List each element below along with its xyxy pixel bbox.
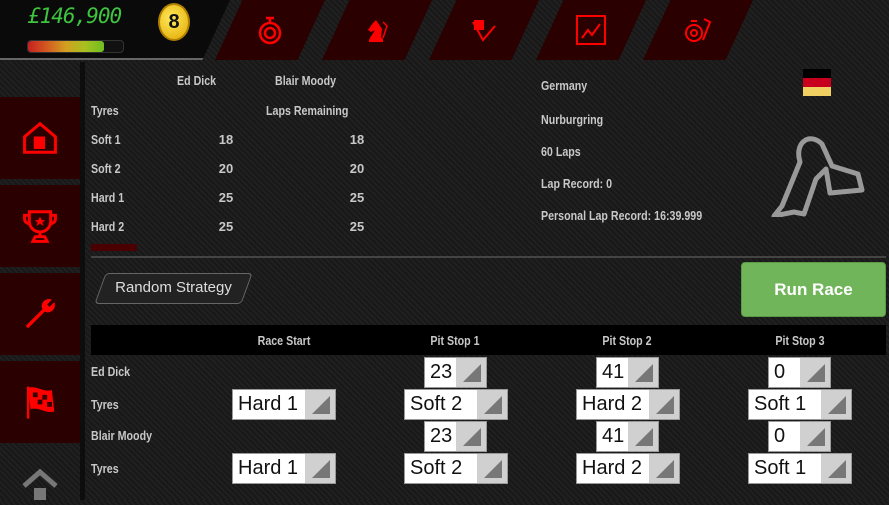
wrench-icon [25,299,55,329]
laps-value: 25 [218,190,234,205]
driver-name: Ed Dick [91,364,131,379]
dropdown-arrow-icon [800,422,830,451]
tyres-label: Tyres [91,397,119,412]
money-display: £146,900 [28,4,122,28]
laps-value: 25 [349,219,365,234]
tyres-label: Tyres [91,103,119,118]
stopwatch-icon [258,16,282,45]
tab-stopwatch[interactable] [215,0,325,60]
tyre-dropdown[interactable]: Hard 1 [232,389,336,420]
tyre-dropdown[interactable]: Soft 1 [748,453,852,484]
header-race-start: Race Start [257,333,311,348]
house-outline-icon [22,468,58,500]
laps-value: 20 [218,161,234,176]
tab-race[interactable] [429,0,539,60]
germany-flag [803,69,831,96]
sidebar-item-race[interactable] [0,361,80,443]
sidebar-divider [80,62,85,500]
dropdown-arrow-icon [456,358,486,387]
decor-stripe [91,244,137,251]
laps-value: 25 [349,190,365,205]
sidebar-item-trophy[interactable] [0,185,80,267]
header-pit-stop-3: Pit Stop 3 [775,333,825,348]
stopwatch-track-icon [685,18,712,42]
dropdown-arrow-icon [628,422,658,451]
tyre-name: Hard 1 [91,190,125,205]
progress-bar [27,40,124,53]
dropdown-arrow-icon [305,390,335,419]
laps-value: 20 [349,161,365,176]
lap-record: Lap Record: 0 [541,176,613,191]
dropdown-arrow-icon [305,454,335,483]
tyre-dropdown[interactable]: Soft 2 [404,389,508,420]
tyre-dropdown[interactable]: Hard 1 [232,453,336,484]
pit-lap-dropdown[interactable]: 0 [768,421,831,452]
track-laps: 60 Laps [541,144,581,159]
track-name: Nurburgring [541,112,604,127]
tab-strategy[interactable] [322,0,432,60]
home-icon [23,121,57,154]
chart-icon [576,15,606,45]
laps-value: 25 [218,219,234,234]
tyre-name: Soft 1 [91,132,121,147]
dropdown-arrow-icon [628,358,658,387]
track-map [771,136,865,217]
laps-remaining-label: Laps Remaining [266,103,349,118]
progress-fill [28,41,104,52]
personal-lap-record: Personal Lap Record: 16:39.999 [541,208,703,223]
dropdown-arrow-icon [821,454,851,483]
driver-name: Blair Moody [91,428,153,443]
pit-lap-dropdown[interactable]: 41 [596,421,659,452]
pit-lap-dropdown[interactable]: 0 [768,357,831,388]
laps-value: 18 [349,132,365,147]
dropdown-arrow-icon [477,454,507,483]
track-country: Germany [541,78,588,93]
tyre-name: Hard 2 [91,219,125,234]
driver-name: Blair Moody [275,73,337,88]
tyre-dropdown[interactable]: Hard 2 [576,389,680,420]
dropdown-arrow-icon [649,390,679,419]
tyre-dropdown[interactable]: Soft 2 [404,453,508,484]
dropdown-arrow-icon [456,422,486,451]
laps-value: 18 [218,132,234,147]
tab-lap-times[interactable] [643,0,753,60]
checkered-flag-icon [472,20,496,42]
tyre-dropdown[interactable]: Soft 1 [748,389,852,420]
pit-lap-dropdown[interactable]: 23 [424,357,487,388]
sidebar-item-settings[interactable] [0,273,80,355]
dropdown-arrow-icon [800,358,830,387]
random-strategy-label: Random Strategy [115,279,232,296]
dropdown-arrow-icon [477,390,507,419]
run-race-button[interactable]: Run Race [741,262,886,317]
tyre-dropdown[interactable]: Hard 2 [576,453,680,484]
section-divider [91,256,886,258]
driver-name: Ed Dick [177,73,217,88]
sidebar-item-home[interactable] [0,97,80,179]
dropdown-arrow-icon [821,390,851,419]
sidebar-item-garage[interactable] [20,468,60,500]
header-pit-stop-2: Pit Stop 2 [602,333,652,348]
chess-knight-icon [368,20,388,42]
dropdown-arrow-icon [649,454,679,483]
tyre-name: Soft 2 [91,161,121,176]
pit-lap-dropdown[interactable]: 41 [596,357,659,388]
coin-badge: 8 [158,3,190,41]
race-flag-icon [26,386,55,419]
trophy-icon [23,210,57,243]
tab-stats[interactable] [536,0,646,60]
tyres-label: Tyres [91,461,119,476]
pit-lap-dropdown[interactable]: 23 [424,421,487,452]
header-pit-stop-1: Pit Stop 1 [430,333,480,348]
